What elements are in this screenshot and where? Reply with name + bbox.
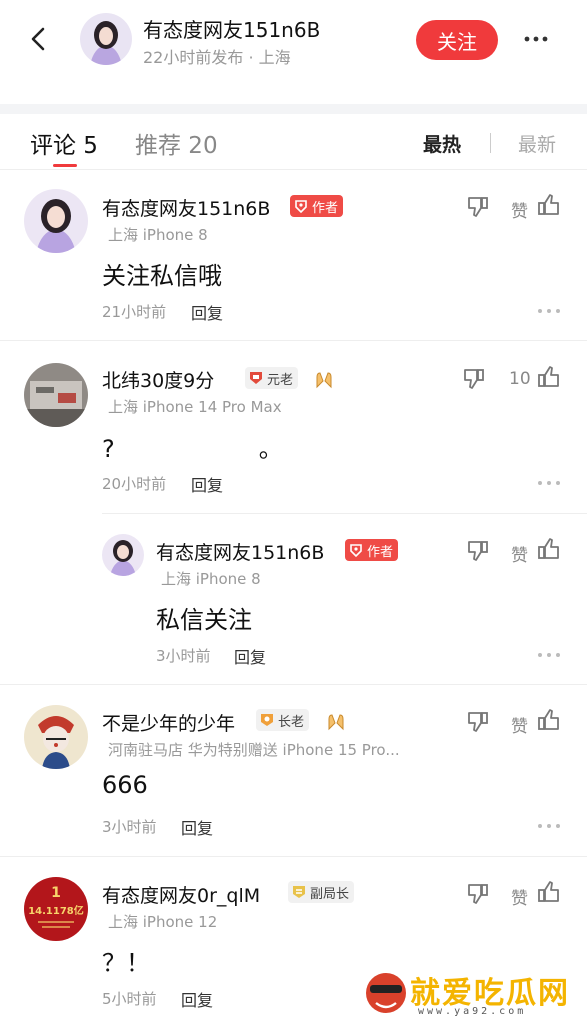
comment-item: 不是少年的少年 长老 赞 河南驻马店 华为特别赠送 iPhone 15 Pro.… bbox=[0, 685, 587, 855]
commenter-avatar[interactable]: 1 14.1178亿 bbox=[24, 877, 88, 941]
comment-time: 5小时前 bbox=[102, 990, 157, 1008]
dislike-icon[interactable] bbox=[465, 194, 491, 220]
commenter-name[interactable]: 北纬30度9分 bbox=[102, 366, 214, 393]
badge-label: 元老 bbox=[267, 372, 294, 388]
thumbs-up-icon[interactable] bbox=[536, 192, 562, 218]
watermark-url: www.ya92.com bbox=[418, 1006, 527, 1017]
tab-comments[interactable]: 评论 5 bbox=[30, 126, 98, 160]
author-badge-icon bbox=[295, 200, 307, 214]
commenter-avatar[interactable] bbox=[102, 534, 144, 576]
sort-divider bbox=[490, 133, 491, 153]
reply-button[interactable]: 回复 bbox=[191, 300, 223, 324]
sort-new[interactable]: 最新 bbox=[518, 130, 556, 157]
author-avatar[interactable] bbox=[80, 13, 132, 65]
commenter-name[interactable]: 不是少年的少年 bbox=[102, 709, 235, 736]
comment-more-icon[interactable] bbox=[536, 822, 562, 830]
comment-item: 有态度网友151n6B 作者 赞 上海 iPhone 8 关注私信哦 21小时前… bbox=[0, 170, 587, 340]
commenter-location: 河南驻马店 华为特别赠送 iPhone 15 Pro... bbox=[108, 741, 400, 759]
veteran-badge-icon bbox=[250, 372, 262, 384]
reply-button[interactable]: 回复 bbox=[181, 987, 213, 1011]
comment-more-icon[interactable] bbox=[536, 651, 562, 659]
level-badge: 元老 bbox=[245, 367, 299, 389]
reply-button[interactable]: 回复 bbox=[234, 644, 266, 668]
commenter-name[interactable]: 有态度网友151n6B bbox=[156, 538, 324, 565]
commenter-avatar[interactable] bbox=[24, 189, 88, 253]
active-tab-indicator bbox=[53, 164, 77, 167]
thumbs-up-icon[interactable] bbox=[536, 536, 562, 562]
comment-text: ？！ bbox=[102, 949, 150, 977]
commenter-name[interactable]: 有态度网友0r_qlM bbox=[102, 881, 260, 908]
level-badge: 长老 bbox=[256, 709, 310, 731]
reply-button[interactable]: 回复 bbox=[191, 472, 223, 496]
like-count: 赞 bbox=[511, 546, 528, 566]
section-gap bbox=[0, 104, 587, 114]
deputy-badge-icon bbox=[293, 886, 305, 898]
badge-label: 副局长 bbox=[310, 886, 350, 902]
elder-badge-icon bbox=[261, 714, 273, 726]
badge-label: 长老 bbox=[278, 714, 305, 730]
comment-text: ? 。 bbox=[102, 435, 283, 463]
reply-item: 有态度网友151n6B 作者 赞 上海 iPhone 8 私信关注 3小时前 回… bbox=[0, 514, 587, 684]
clapping-hands-icon bbox=[316, 372, 332, 389]
comment-text: 私信关注 bbox=[156, 606, 252, 634]
more-options-icon[interactable] bbox=[520, 24, 552, 54]
commenter-location: 上海 iPhone 14 Pro Max bbox=[108, 398, 282, 416]
like-count: 10 bbox=[509, 369, 531, 389]
comment-time: 3小时前 bbox=[102, 818, 157, 836]
author-badge: 作者 bbox=[345, 539, 399, 561]
commenter-name[interactable]: 有态度网友151n6B bbox=[102, 194, 270, 221]
top-bar: 有态度网友151n6B 22小时前发布 · 上海 关注 bbox=[0, 0, 587, 104]
badge-label: 作者 bbox=[367, 544, 394, 560]
comment-time: 21小时前 bbox=[102, 303, 167, 321]
sort-hot[interactable]: 最热 bbox=[423, 130, 461, 157]
author-badge: 作者 bbox=[290, 195, 344, 217]
like-count: 赞 bbox=[511, 717, 528, 737]
like-count: 赞 bbox=[511, 202, 528, 222]
comment-item: 北纬30度9分 元老 10 上海 iPhone 14 Pro Max ? 。 2… bbox=[0, 341, 587, 513]
comment-more-icon[interactable] bbox=[536, 479, 562, 487]
follow-button[interactable]: 关注 bbox=[416, 20, 498, 60]
comment-text: 关注私信哦 bbox=[102, 262, 222, 290]
like-count: 赞 bbox=[511, 889, 528, 909]
commenter-location: 上海 iPhone 8 bbox=[161, 570, 261, 588]
author-badge-icon bbox=[350, 544, 362, 558]
thumbs-up-icon[interactable] bbox=[536, 879, 562, 905]
dislike-icon[interactable] bbox=[465, 881, 491, 907]
commenter-avatar[interactable] bbox=[24, 363, 88, 427]
post-meta: 22小时前发布 · 上海 bbox=[143, 48, 291, 67]
level-badge: 副局长 bbox=[288, 881, 355, 903]
avatar-number: 1 bbox=[51, 885, 61, 901]
thumbs-up-icon[interactable] bbox=[536, 707, 562, 733]
dislike-icon[interactable] bbox=[465, 538, 491, 564]
author-name: 有态度网友151n6B bbox=[143, 18, 321, 42]
commenter-location: 上海 iPhone 12 bbox=[108, 913, 218, 931]
clapping-hands-icon bbox=[328, 714, 344, 731]
comment-text: 666 bbox=[102, 771, 148, 799]
back-arrow-icon[interactable] bbox=[22, 22, 56, 56]
tab-recommend[interactable]: 推荐 20 bbox=[135, 126, 218, 160]
commenter-avatar[interactable] bbox=[24, 705, 88, 769]
comment-tabs: 评论 5 推荐 20 最热 最新 bbox=[0, 114, 587, 170]
comment-more-icon[interactable] bbox=[536, 307, 562, 315]
badge-label: 作者 bbox=[312, 200, 339, 216]
comment-time: 20小时前 bbox=[102, 475, 167, 493]
avatar-amount: 14.1178亿 bbox=[28, 904, 84, 917]
dislike-icon[interactable] bbox=[465, 709, 491, 735]
thumbs-up-icon[interactable] bbox=[536, 364, 562, 390]
reply-button[interactable]: 回复 bbox=[181, 815, 213, 839]
dislike-icon[interactable] bbox=[461, 366, 487, 392]
commenter-location: 上海 iPhone 8 bbox=[108, 226, 208, 244]
comment-time: 3小时前 bbox=[156, 647, 211, 665]
